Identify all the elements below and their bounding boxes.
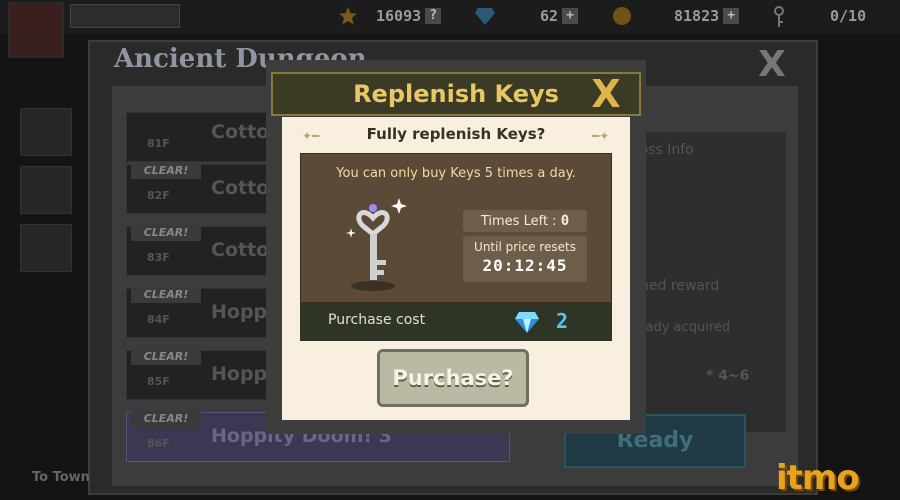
clear-badge: CLEAR! bbox=[131, 411, 201, 427]
side-menu-button[interactable] bbox=[20, 224, 72, 272]
price-reset-label: Until price resets bbox=[474, 240, 576, 254]
keys-value: 0/10 bbox=[830, 7, 867, 25]
player-name-plate bbox=[70, 4, 180, 28]
clear-badge: CLEAR! bbox=[131, 225, 201, 241]
times-left-label: Times Left : bbox=[480, 214, 557, 229]
gold-stat: 81823 + bbox=[612, 4, 740, 28]
times-left-badge: Times Left : 0 bbox=[463, 210, 587, 232]
gem-icon bbox=[514, 309, 540, 335]
reward-label: ned reward bbox=[640, 278, 720, 294]
clear-badge: CLEAR! bbox=[131, 349, 201, 365]
price-reset-box: Until price resets 20:12:45 bbox=[463, 236, 587, 282]
gold-value: 81823 bbox=[674, 7, 720, 25]
reward-range: * 4~6 bbox=[706, 368, 750, 384]
side-menu-button[interactable] bbox=[20, 108, 72, 156]
gem-icon bbox=[474, 6, 495, 26]
help-icon[interactable]: ? bbox=[425, 8, 442, 24]
gem-value: 62 bbox=[540, 7, 559, 25]
floor-number: 86F bbox=[147, 437, 170, 450]
star-icon bbox=[338, 6, 358, 26]
purchase-cost-value: 2 bbox=[556, 309, 569, 333]
gold-coin-icon bbox=[612, 6, 632, 26]
key-icon bbox=[772, 6, 792, 27]
add-gold-button[interactable]: + bbox=[723, 8, 740, 24]
to-town-button[interactable]: To Town bbox=[32, 470, 90, 485]
key-item-icon bbox=[341, 188, 411, 292]
honor-stat: 16093 ? bbox=[338, 4, 442, 28]
purchase-cost-label: Purchase cost bbox=[328, 312, 426, 328]
side-menu-button[interactable] bbox=[20, 166, 72, 214]
price-reset-timer: 20:12:45 bbox=[482, 256, 568, 275]
modal-title: Replenish Keys bbox=[353, 80, 559, 108]
modal-close-button[interactable]: X bbox=[586, 74, 626, 114]
keys-stat: 0/10 bbox=[772, 4, 866, 28]
dungeon-close-button[interactable]: X bbox=[758, 44, 786, 85]
purchase-button[interactable]: Purchase? bbox=[377, 349, 529, 407]
daily-limit-text: You can only buy Keys 5 times a day. bbox=[336, 166, 576, 181]
floor-number: 82F bbox=[147, 189, 170, 202]
ornament-icon: ━✦ bbox=[592, 129, 610, 143]
add-gems-button[interactable]: + bbox=[562, 8, 579, 24]
purchase-info-box: You can only buy Keys 5 times a day. Tim… bbox=[300, 153, 612, 303]
honor-value: 16093 bbox=[376, 7, 422, 25]
purchase-cost-bar: Purchase cost 2 bbox=[300, 303, 612, 341]
clear-badge: CLEAR! bbox=[131, 287, 201, 303]
player-avatar[interactable] bbox=[8, 2, 64, 58]
clear-badge: CLEAR! bbox=[131, 163, 201, 179]
floor-number: 81F bbox=[147, 137, 170, 150]
floor-number: 84F bbox=[147, 313, 170, 326]
times-left-value: 0 bbox=[560, 213, 570, 229]
gem-stat: 62 + bbox=[474, 4, 579, 28]
watermark: itmo bbox=[776, 458, 860, 498]
confirm-question: Fully replenish Keys? bbox=[366, 125, 546, 143]
floor-number: 85F bbox=[147, 375, 170, 388]
floor-number: 83F bbox=[147, 251, 170, 264]
